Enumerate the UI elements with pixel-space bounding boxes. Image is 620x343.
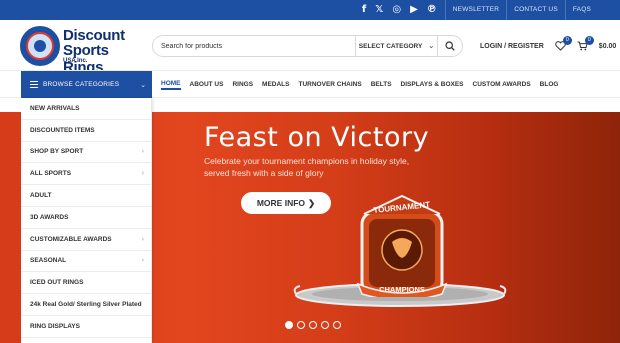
category-all-sports[interactable]: ALL SPORTS › (21, 163, 151, 186)
slide-dot-4[interactable] (321, 321, 329, 329)
search-button[interactable] (437, 36, 462, 56)
newsletter-link[interactable]: NEWSLETTER (444, 0, 506, 20)
login-register-link[interactable]: LOGIN / REGISTER (480, 43, 544, 50)
category-adult[interactable]: ADULT (21, 185, 151, 207)
category-seasonal[interactable]: SEASONAL › (21, 251, 151, 273)
category-ring-displays[interactable]: RING DISPLAYS (21, 316, 151, 338)
browse-categories-label: BROWSE CATEGORIES (43, 81, 120, 88)
category-label: DISCOUNTED ITEMS (30, 126, 95, 134)
category-label: NEW ARRIVALS (30, 104, 80, 112)
search-input[interactable] (153, 42, 355, 50)
x-twitter-icon[interactable]: 𝕏 (375, 0, 383, 20)
top-bar: f 𝕏 ◎ ▶ ℗ NEWSLETTER CONTACT US FAQS (0, 0, 620, 20)
cart-total[interactable]: $0.00 (599, 43, 617, 50)
slide-dot-2[interactable] (297, 321, 305, 329)
logo-text-line3: USA Inc. (63, 58, 88, 64)
wishlist-button[interactable]: 0 (555, 36, 572, 51)
main-menu: HOME ABOUT US RINGS MEDALS TURNOVER CHAI… (161, 71, 567, 98)
category-select[interactable]: SELECT CATEGORY ⌄ (355, 36, 437, 56)
category-label: ALL SPORTS (30, 170, 72, 178)
slide-dot-3[interactable] (309, 321, 317, 329)
navigation-bar: BROWSE CATEGORIES ⌄ HOME ABOUT US RINGS … (0, 70, 620, 98)
category-label: RING DISPLAYS (30, 322, 80, 330)
category-discounted-items[interactable]: DISCOUNTED ITEMS (21, 120, 151, 142)
search-icon (445, 41, 455, 51)
category-gold-silver-plated[interactable]: 24k Real Gold/ Sterling Silver Plated (21, 294, 151, 316)
instagram-icon[interactable]: ◎ (392, 0, 401, 20)
category-select-label: SELECT CATEGORY (358, 42, 423, 50)
category-label: ADULT (30, 192, 52, 200)
search-bar: SELECT CATEGORY ⌄ (152, 35, 463, 57)
slider-dots (285, 321, 341, 329)
nav-custom-awards[interactable]: CUSTOM AWARDS (473, 81, 531, 88)
wishlist-count-badge: 0 (562, 36, 572, 45)
hero-subtitle: Celebrate your tournament champions in h… (204, 156, 410, 178)
social-links: f 𝕏 ◎ ▶ ℗ (362, 0, 437, 20)
more-info-label: MORE INFO (256, 198, 306, 208)
championship-ring-image: TOURNAMENT CHAMPIONS (356, 194, 448, 297)
category-label: 24k Real Gold/ Sterling Silver Plated (30, 301, 142, 309)
contact-us-link[interactable]: CONTACT US (506, 0, 565, 20)
nav-medals[interactable]: MEDALS (262, 81, 289, 88)
nav-rings[interactable]: RINGS (232, 81, 253, 88)
hero-title: Feast on Victory (204, 122, 430, 153)
category-shop-by-sport[interactable]: SHOP BY SPORT › (21, 142, 151, 164)
category-label: 3D AWARDS (30, 213, 69, 221)
slide-dot-1[interactable] (285, 321, 293, 329)
pinterest-icon[interactable]: ℗ (427, 0, 437, 20)
chevron-down-icon: ⌄ (428, 43, 435, 50)
browse-categories-toggle[interactable]: BROWSE CATEGORIES ⌄ (21, 71, 152, 98)
category-label: SHOP BY SPORT (30, 148, 84, 156)
category-label: CUSTOMIZABLE AWARDS (30, 235, 112, 243)
slide-dot-5[interactable] (333, 321, 341, 329)
category-customizable-awards[interactable]: CUSTOMIZABLE AWARDS › (21, 229, 151, 251)
faqs-link[interactable]: FAQS (564, 0, 598, 20)
hamburger-icon (30, 79, 38, 90)
category-3d-awards[interactable]: 3D AWARDS (21, 207, 151, 229)
category-label: ICED OUT RINGS (30, 279, 84, 287)
chevron-right-icon: › (141, 170, 144, 178)
category-new-arrivals[interactable]: NEW ARRIVALS (21, 98, 151, 120)
facebook-icon[interactable]: f (362, 0, 366, 20)
more-info-button[interactable]: MORE INFO ❯ (241, 192, 331, 214)
nav-belts[interactable]: BELTS (371, 81, 392, 88)
logo-emblem (20, 26, 60, 66)
chevron-down-icon: ⌄ (140, 81, 146, 89)
chevron-right-icon: › (141, 257, 144, 265)
nav-blog[interactable]: BLOG (540, 81, 559, 88)
chevron-right-icon: › (141, 235, 144, 243)
nav-about-us[interactable]: ABOUT US (190, 81, 224, 88)
top-links: NEWSLETTER CONTACT US FAQS (444, 0, 598, 20)
category-iced-out-rings[interactable]: ICED OUT RINGS (21, 272, 151, 295)
ring-text-bottom: CHAMPIONS (379, 285, 425, 294)
category-label: SEASONAL (30, 257, 67, 265)
header: Discount Sports Rings USA Inc. SELECT CA… (0, 20, 620, 76)
cart-count-badge: 0 (584, 36, 594, 45)
nav-displays-boxes[interactable]: DISPLAYS & BOXES (401, 81, 464, 88)
youtube-icon[interactable]: ▶ (410, 0, 418, 20)
chevron-right-icon: ❯ (308, 197, 316, 208)
cart-button[interactable]: 0 (577, 36, 594, 51)
nav-home[interactable]: HOME (161, 80, 181, 90)
chevron-right-icon: › (141, 148, 144, 156)
site-logo[interactable]: Discount Sports Rings USA Inc. (20, 24, 140, 76)
header-actions: LOGIN / REGISTER 0 0 $0.00 (480, 35, 616, 57)
nav-turnover-chains[interactable]: TURNOVER CHAINS (299, 81, 362, 88)
categories-dropdown: NEW ARRIVALS DISCOUNTED ITEMS SHOP BY SP… (21, 98, 152, 343)
